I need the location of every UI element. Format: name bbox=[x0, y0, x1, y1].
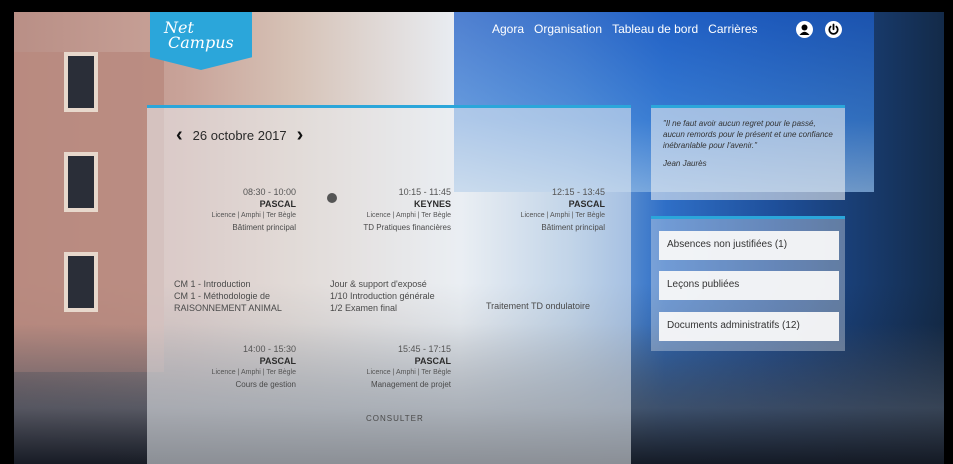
note-line: CM 1 - Introduction bbox=[174, 279, 251, 289]
lesson-time: 10:15 - 11:45 bbox=[398, 187, 451, 197]
nav-icons bbox=[796, 21, 842, 38]
date-navigator: ‹ 26 octobre 2017 › bbox=[176, 125, 304, 145]
lesson-name: PASCAL bbox=[259, 356, 296, 366]
lesson-time: 14:00 - 15:30 bbox=[242, 344, 296, 354]
note-line: 1/10 Introduction générale bbox=[330, 291, 435, 301]
card-documents-administratifs[interactable]: Documents administratifs (12) bbox=[659, 312, 839, 341]
schedule-date: 26 octobre 2017 bbox=[192, 127, 287, 143]
lesson-name: KEYNES bbox=[413, 199, 451, 209]
background-window bbox=[64, 52, 98, 112]
lesson-room: Management de projet bbox=[370, 380, 451, 389]
quote-author: Jean Jaurès bbox=[663, 159, 707, 168]
lesson-name: PASCAL bbox=[259, 199, 296, 209]
chevron-right-icon[interactable]: › bbox=[297, 125, 304, 145]
background-window bbox=[64, 152, 98, 212]
lesson-name: PASCAL bbox=[414, 356, 451, 366]
chevron-left-icon[interactable]: ‹ bbox=[176, 125, 183, 145]
user-icon[interactable] bbox=[796, 21, 813, 38]
nav-item-agora[interactable]: Agora bbox=[492, 22, 524, 36]
logo-line-2: Campus bbox=[168, 33, 234, 52]
background-window bbox=[64, 252, 98, 312]
lesson-card[interactable]: 10:15 - 11:45 KEYNES Licence | Amphi | T… bbox=[338, 186, 451, 234]
lesson-card[interactable]: 14:00 - 15:30 PASCAL Licence | Amphi | T… bbox=[184, 343, 296, 391]
gear-icon[interactable] bbox=[327, 193, 337, 203]
lesson-time: 08:30 - 10:00 bbox=[242, 187, 296, 197]
note-line: RAISONNEMENT ANIMAL bbox=[174, 303, 282, 313]
note-line: Jour & support d'exposé bbox=[330, 279, 427, 289]
card-lecons-publiees[interactable]: Leçons publiées bbox=[659, 271, 839, 300]
lesson-room: Bâtiment principal bbox=[541, 223, 605, 232]
lesson-name: PASCAL bbox=[568, 199, 605, 209]
lesson-note: CM 1 - Introduction CM 1 - Méthodologie … bbox=[174, 278, 294, 314]
power-icon[interactable] bbox=[825, 21, 842, 38]
lesson-meta: Licence | Amphi | Ter Bègle bbox=[520, 212, 605, 219]
lesson-card[interactable]: 08:30 - 10:00 PASCAL Licence | Amphi | T… bbox=[184, 186, 296, 234]
lesson-note: Jour & support d'exposé 1/10 Introductio… bbox=[330, 278, 455, 314]
lesson-time: 12:15 - 13:45 bbox=[551, 187, 605, 197]
lesson-room: TD Pratiques financières bbox=[363, 223, 451, 232]
quote-text: "Il ne faut avoir aucun regret pour le p… bbox=[663, 119, 833, 150]
lesson-meta: Licence | Amphi | Ter Bègle bbox=[211, 369, 296, 376]
lesson-card[interactable]: 15:45 - 17:15 PASCAL Licence | Amphi | T… bbox=[338, 343, 451, 391]
lesson-room: Cours de gestion bbox=[235, 380, 296, 389]
nav-item-organisation[interactable]: Organisation bbox=[534, 22, 602, 36]
quote-panel: "Il ne faut avoir aucun regret pour le p… bbox=[651, 105, 845, 200]
note-line: 1/2 Examen final bbox=[330, 303, 398, 313]
lesson-time: 15:45 - 17:15 bbox=[397, 344, 451, 354]
lesson-note: Traitement TD ondulatoire bbox=[486, 300, 611, 312]
lesson-meta: Licence | Amphi | Ter Bègle bbox=[211, 212, 296, 219]
top-nav: Agora Organisation Tableau de bord Carri… bbox=[492, 22, 758, 36]
card-absences[interactable]: Absences non justifiées (1) bbox=[659, 231, 839, 260]
lesson-room: Bâtiment principal bbox=[232, 223, 296, 232]
consulter-link[interactable]: CONSULTER bbox=[366, 413, 426, 425]
note-line: Traitement TD ondulatoire bbox=[486, 301, 591, 311]
nav-item-carrieres[interactable]: Carrières bbox=[708, 22, 757, 36]
lesson-meta: Licence | Amphi | Ter Bègle bbox=[366, 212, 451, 219]
lesson-meta: Licence | Amphi | Ter Bègle bbox=[366, 369, 451, 376]
nav-item-tableau-de-bord[interactable]: Tableau de bord bbox=[612, 22, 698, 36]
note-line: CM 1 - Méthodologie de bbox=[174, 291, 271, 301]
lesson-card[interactable]: 12:15 - 13:45 PASCAL Licence | Amphi | T… bbox=[490, 186, 605, 234]
